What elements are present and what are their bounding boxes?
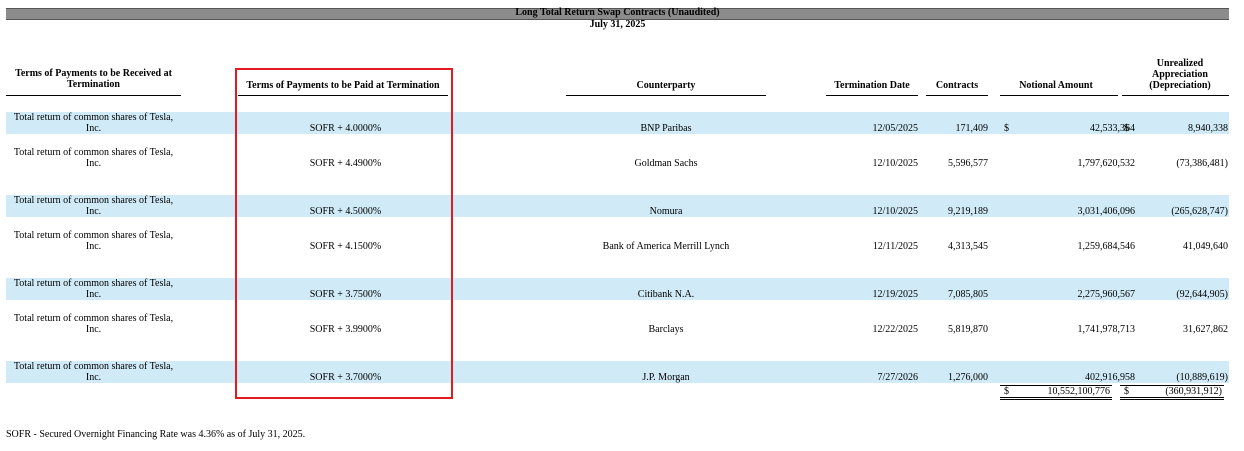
header-rule	[1122, 95, 1229, 96]
row-unrealized: (10,889,619)	[1176, 372, 1228, 383]
row-unrealized: (92,644,905)	[1176, 289, 1228, 300]
header-notional-amount: Notional Amount	[1019, 80, 1093, 91]
row-counterparty: Citibank N.A.	[637, 289, 695, 300]
row-notional: 42,533,364	[1090, 123, 1135, 134]
total-double-rule	[1000, 399, 1112, 400]
row-unrealized: 8,940,338	[1188, 123, 1228, 134]
row-contracts: 1,276,000	[948, 372, 988, 383]
footnote: SOFR - Secured Overnight Financing Rate …	[6, 429, 306, 440]
row-received: Total return of common shares of Tesla, …	[13, 230, 174, 252]
row-counterparty: J.P. Morgan	[642, 372, 690, 383]
row-termination-date: 12/10/2025	[872, 206, 918, 217]
total-double-rule	[1120, 399, 1224, 400]
row-contracts: 4,313,545	[948, 241, 988, 252]
table-subtitle: July 31, 2025	[589, 19, 646, 30]
row-contracts: 171,409	[955, 123, 989, 134]
table-row: Total return of common shares of Tesla, …	[6, 230, 1229, 252]
row-termination-date: 12/10/2025	[872, 158, 918, 169]
row-unrealized-dollar: $	[1124, 123, 1129, 134]
row-notional: 1,259,684,546	[1077, 241, 1136, 252]
row-termination-date: 12/05/2025	[872, 123, 918, 134]
row-notional: 402,916,958	[1085, 372, 1135, 383]
row-notional: 1,741,978,713	[1077, 324, 1136, 335]
row-termination-date: 12/11/2025	[872, 241, 918, 252]
table-row: Total return of common shares of Tesla, …	[6, 278, 1229, 300]
row-termination-date: 7/27/2026	[877, 372, 918, 383]
row-counterparty: Barclays	[648, 324, 684, 335]
header-unrealized-line-2: Appreciation	[1152, 69, 1208, 80]
row-contracts: 9,219,189	[948, 206, 988, 217]
row-counterparty: Goldman Sachs	[634, 158, 698, 169]
header-unrealized-line-1: Unrealized	[1156, 58, 1204, 69]
total-notional: 10,552,100,776	[1047, 386, 1111, 397]
table-row: Total return of common shares of Tesla, …	[6, 361, 1229, 383]
total-unrealized: (360,931,912)	[1165, 386, 1222, 397]
row-notional: 1,797,620,532	[1077, 158, 1136, 169]
header-rule	[566, 95, 766, 96]
header-unrealized-line-3: (Depreciation)	[1149, 80, 1211, 91]
table-row: Total return of common shares of Tesla, …	[6, 195, 1229, 217]
row-received: Total return of common shares of Tesla, …	[13, 195, 174, 217]
table-row: Total return of common shares of Tesla, …	[6, 147, 1229, 169]
table-row: Total return of common shares of Tesla, …	[6, 313, 1229, 335]
row-received: Total return of common shares of Tesla, …	[13, 313, 174, 335]
header-received: Terms of Payments to be Received at Term…	[15, 68, 172, 90]
total-unrealized-dollar: $	[1124, 386, 1129, 397]
row-contracts: 5,819,870	[948, 324, 988, 335]
row-contracts: 5,596,577	[948, 158, 988, 169]
header-unrealized: Unrealized Appreciation (Depreciation)	[1130, 58, 1230, 91]
header-rule	[926, 95, 988, 96]
row-received: Total return of common shares of Tesla, …	[13, 278, 174, 300]
header-rule	[826, 95, 918, 96]
header-rule	[1000, 95, 1118, 96]
row-counterparty: Nomura	[649, 206, 683, 217]
header-contracts: Contracts	[935, 80, 979, 91]
total-double-rule	[1120, 397, 1224, 398]
row-unrealized: (265,628,747)	[1171, 206, 1228, 217]
row-counterparty: BNP Paribas	[640, 123, 692, 134]
row-unrealized: 41,049,640	[1183, 241, 1228, 252]
row-received: Total return of common shares of Tesla, …	[13, 147, 174, 169]
row-notional: 2,275,960,567	[1077, 289, 1136, 300]
row-termination-date: 12/22/2025	[872, 324, 918, 335]
header-counterparty: Counterparty	[636, 80, 696, 91]
row-received: Total return of common shares of Tesla, …	[13, 361, 174, 383]
row-contracts: 7,085,805	[948, 289, 988, 300]
row-unrealized: (73,386,481)	[1176, 158, 1228, 169]
row-notional: 3,031,406,096	[1077, 206, 1136, 217]
row-counterparty: Bank of America Merrill Lynch	[602, 241, 730, 252]
total-double-rule	[1000, 397, 1112, 398]
highlight-box	[235, 68, 453, 399]
total-notional-dollar: $	[1004, 386, 1009, 397]
table-row: Total return of common shares of Tesla, …	[6, 112, 1229, 134]
header-rule	[6, 95, 181, 96]
row-termination-date: 12/19/2025	[872, 289, 918, 300]
row-unrealized: 31,627,862	[1183, 324, 1228, 335]
header-termination-date: Termination Date	[834, 80, 910, 91]
table-title: Long Total Return Swap Contracts (Unaudi…	[515, 7, 720, 18]
swap-contracts-page: Long Total Return Swap Contracts (Unaudi…	[0, 0, 1244, 451]
row-received: Total return of common shares of Tesla, …	[13, 112, 174, 134]
